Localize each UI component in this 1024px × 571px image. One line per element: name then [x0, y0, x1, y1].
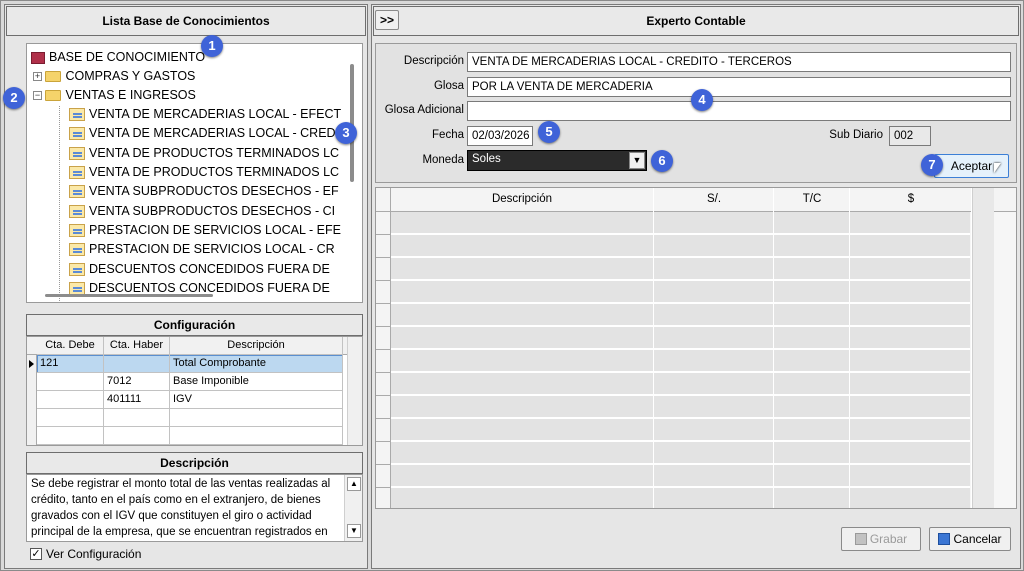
descripcion-line: principal de la empresa, que se encuentr… — [31, 526, 328, 538]
tree-hscroll-thumb[interactable] — [45, 294, 213, 297]
save-icon — [854, 533, 867, 545]
config-cell-desc: Base Imponible — [170, 373, 343, 391]
tree-root[interactable]: BASE DE CONOCIMIENTO — [31, 48, 205, 67]
grid-header-soles: S/. — [706, 193, 722, 205]
tree-node-compras[interactable]: + COMPRAS Y GASTOS — [33, 67, 195, 86]
moneda-value: Soles — [472, 153, 501, 165]
scroll-up-icon[interactable]: ▲ — [347, 477, 361, 491]
expand-icon[interactable]: + — [33, 72, 42, 82]
folder-open-icon — [45, 90, 62, 102]
grabar-button[interactable]: Grabar — [841, 527, 921, 551]
subdiario-label: Sub Diario — [829, 129, 883, 141]
config-cell-desc: Total Comprobante — [170, 355, 343, 373]
annotation-badge-7: 7 — [921, 154, 943, 176]
document-icon — [69, 108, 85, 122]
descripcion-field[interactable]: VENTA DE MERCADERIAS LOCAL - CREDITO - T… — [467, 52, 1011, 72]
document-icon — [69, 263, 85, 277]
main-grid-scrollbar[interactable] — [972, 188, 994, 508]
ver-config-label: Ver Configuración — [46, 547, 142, 561]
grid-header-tc: T/C — [802, 193, 822, 205]
config-cell-debe — [37, 391, 104, 409]
config-header-debe: Cta. Debe — [37, 337, 104, 355]
tree-node-ventas[interactable]: − VENTAS E INGRESOS — [33, 86, 196, 105]
moneda-select[interactable]: Soles ▼ — [467, 150, 647, 171]
glosa-label: Glosa — [433, 80, 464, 92]
config-cell-debe — [37, 373, 104, 391]
config-header-desc: Descripción — [170, 337, 343, 355]
descripcion-line: Se debe registrar el monto total de las … — [31, 478, 331, 490]
moneda-label: Moneda — [422, 154, 464, 166]
collapse-icon[interactable]: − — [33, 91, 42, 101]
tree-item[interactable]: PRESTACION DE SERVICIOS LOCAL - EFE — [69, 221, 341, 240]
fecha-label: Fecha — [432, 129, 464, 141]
annotation-badge-1: 1 — [201, 35, 223, 57]
config-grid[interactable]: Cta. Debe Cta. Haber Descripción 121 Tot… — [26, 336, 363, 446]
tree-item[interactable]: VENTA SUBPRODUCTOS DESECHOS - CI — [69, 202, 335, 221]
document-icon — [69, 224, 85, 238]
tree-item[interactable]: VENTA DE PRODUCTOS TERMINADOS LC — [69, 163, 339, 182]
glosa-adicional-label: Glosa Adicional — [384, 104, 464, 116]
config-header-haber: Cta. Haber — [104, 337, 170, 355]
knowledge-tree[interactable]: BASE DE CONOCIMIENTO + COMPRAS Y GASTOS … — [26, 43, 363, 303]
right-panel-title: Experto Contable — [373, 6, 1019, 36]
ver-config-checkbox[interactable]: ✓ — [30, 548, 42, 560]
tree-item[interactable]: PRESTACION DE SERVICIOS LOCAL - CR — [69, 240, 335, 259]
annotation-badge-4: 4 — [691, 89, 713, 111]
main-grid[interactable]: Descripción S/. T/C $ — [375, 187, 1017, 509]
tree-item[interactable]: VENTA SUBPRODUCTOS DESECHOS - EF — [69, 182, 339, 201]
tree-item[interactable]: VENTA DE MERCADERIAS LOCAL - CRED — [69, 124, 336, 143]
annotation-badge-2: 2 — [3, 87, 25, 109]
descripcion-line: crédito, tanto en el país como en el ext… — [31, 494, 321, 506]
cursor-icon — [994, 163, 1001, 173]
document-icon — [69, 243, 85, 257]
annotation-badge-6: 6 — [651, 150, 673, 172]
config-cell-haber: 7012 — [104, 373, 170, 391]
folder-icon — [45, 71, 62, 83]
descripcion-label: Descripción — [403, 55, 464, 67]
descripcion-scrollbar[interactable]: ▲ ▼ — [344, 475, 362, 541]
config-cell-haber — [104, 355, 170, 373]
document-icon — [69, 147, 85, 161]
glosa-adicional-field[interactable] — [467, 101, 1011, 121]
expand-toggle-button[interactable]: >> — [375, 10, 399, 30]
config-scrollbar[interactable] — [347, 337, 362, 445]
tree-item[interactable]: DESCUENTOS CONCEDIDOS FUERA DE — [69, 260, 330, 279]
config-cell-haber: 401111 — [104, 391, 170, 409]
descripcion-line: gravados con el IGV que constituyen el g… — [31, 510, 312, 522]
document-icon — [69, 185, 85, 199]
document-icon — [69, 205, 85, 219]
exit-icon — [938, 533, 951, 545]
document-icon — [69, 127, 85, 141]
annotation-badge-3: 3 — [335, 122, 357, 144]
left-panel-title: Lista Base de Conocimientos — [6, 6, 366, 36]
chevron-down-icon[interactable]: ▼ — [629, 152, 645, 169]
window: Lista Base de Conocimientos BASE DE CONO… — [0, 0, 1024, 571]
descripcion-title: Descripción — [26, 452, 363, 474]
grid-body — [390, 212, 970, 508]
scroll-down-icon[interactable]: ▼ — [347, 524, 361, 538]
book-icon — [31, 51, 45, 64]
cancelar-button[interactable]: Cancelar — [929, 527, 1011, 551]
row-selector-arrow-icon — [29, 360, 34, 368]
subdiario-field[interactable]: 002 — [889, 126, 931, 146]
fecha-field[interactable]: 02/03/2026 — [467, 126, 533, 146]
descripcion-textarea[interactable]: Se debe registrar el monto total de las … — [26, 474, 363, 542]
grid-header-dolares: $ — [907, 193, 915, 205]
grid-header-desc: Descripción — [491, 193, 553, 205]
config-title: Configuración — [26, 314, 363, 336]
tree-item[interactable]: VENTA DE PRODUCTOS TERMINADOS LC — [69, 144, 339, 163]
annotation-badge-5: 5 — [538, 121, 560, 143]
glosa-field[interactable]: POR LA VENTA DE MERCADERIA — [467, 77, 1011, 97]
document-icon — [69, 166, 85, 180]
config-cell-debe: 121 — [37, 355, 104, 373]
tree-item[interactable]: VENTA DE MERCADERIAS LOCAL - EFECT — [69, 105, 341, 124]
config-cell-desc: IGV — [170, 391, 343, 409]
